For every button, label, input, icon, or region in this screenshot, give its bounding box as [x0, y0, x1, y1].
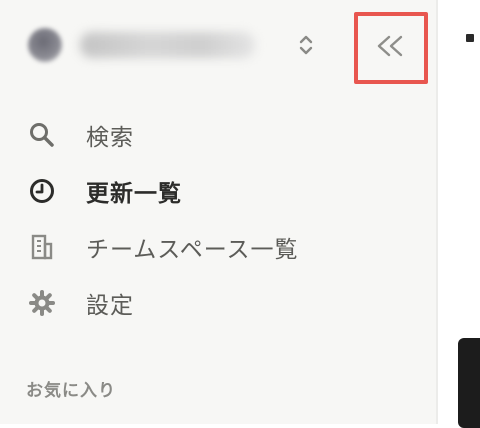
double-chevron-left-icon	[376, 34, 406, 62]
sidebar-item-label: 更新一覧	[86, 181, 182, 207]
search-icon	[22, 115, 62, 155]
main-content-glyph	[466, 34, 474, 42]
favorites-section-title: お気に入り	[26, 381, 116, 401]
main-content-dark-block	[458, 338, 480, 428]
sidebar-item-label: 検索	[86, 125, 134, 151]
clock-icon	[22, 171, 62, 211]
collapse-sidebar-button[interactable]	[354, 12, 428, 84]
workspace-name-blurred	[80, 32, 255, 58]
sidebar-item-settings[interactable]: 設定	[22, 280, 422, 326]
gear-icon	[22, 283, 62, 323]
workspace-switcher[interactable]	[18, 14, 278, 76]
sidebar-item-search[interactable]: 検索	[22, 112, 422, 158]
sidebar-item-label: 設定	[86, 293, 134, 319]
sidebar: 検索 更新一覧 チームスペース一覧 設定 お気に入り	[0, 0, 438, 424]
sidebar-item-teamspaces[interactable]: チームスペース一覧	[22, 224, 422, 270]
workspace-switch-chevrons-icon[interactable]	[294, 30, 318, 60]
sidebar-item-updates[interactable]: 更新一覧	[22, 168, 422, 214]
building-icon	[22, 227, 62, 267]
workspace-avatar	[28, 28, 62, 62]
sidebar-item-label: チームスペース一覧	[86, 237, 299, 263]
